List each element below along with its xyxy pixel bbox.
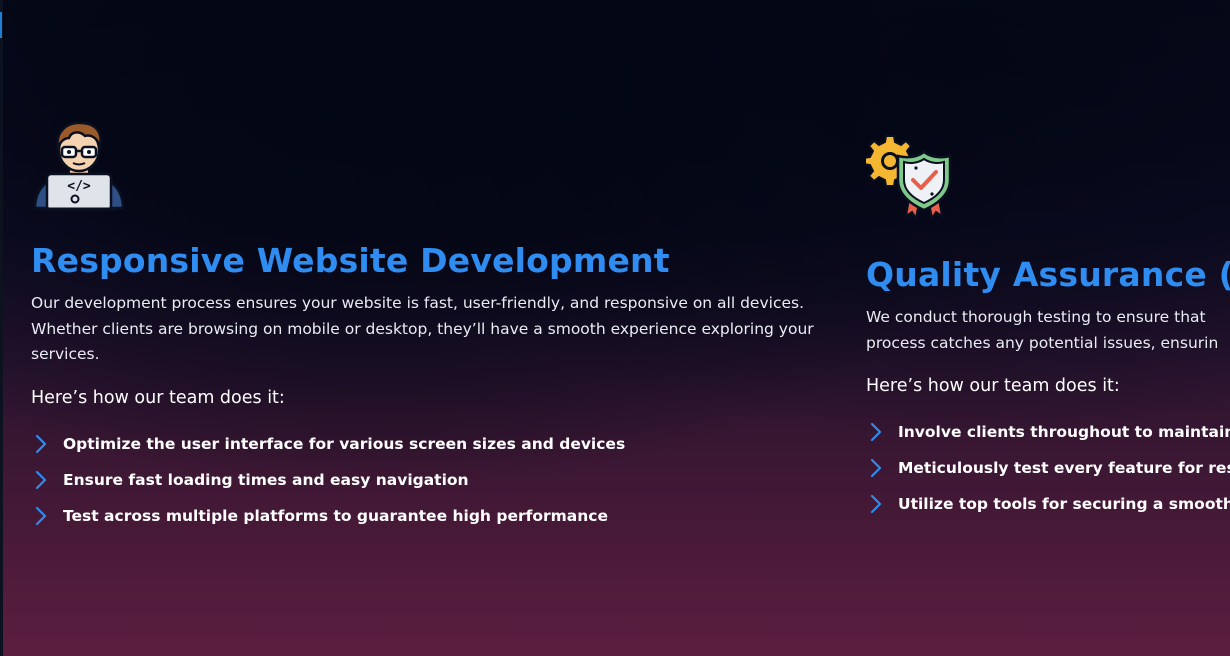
list-item: Meticulously test every feature for resp… (866, 450, 1230, 486)
service-title: Quality Assurance (Q (866, 255, 1230, 294)
list-item: Ensure fast loading times and easy navig… (31, 462, 821, 498)
chevron-right-icon (870, 422, 882, 442)
chevron-right-icon (870, 458, 882, 478)
service-card-responsive-development: </> Responsive Website Development Our d… (31, 118, 821, 534)
list-item-text: Involve clients throughout to maintain a (898, 423, 1230, 441)
window-edge (0, 0, 3, 656)
list-item-text: Meticulously test every feature for resp… (898, 459, 1230, 477)
list-item-text: Utilize top tools for securing a smooth … (898, 495, 1230, 513)
developer-icon: </> (31, 118, 127, 214)
chevron-right-icon (35, 470, 47, 489)
service-description: Our development process ensures your web… (31, 294, 814, 363)
list-item-text: Optimize the user interface for various … (63, 434, 626, 453)
description-line: We conduct thorough testing to ensure th… (866, 308, 1206, 326)
chevron-right-icon (35, 434, 47, 453)
svg-text:</>: </> (67, 179, 91, 194)
how-heading: Here’s how our team does it: (31, 387, 285, 408)
list-item: Utilize top tools for securing a smooth … (866, 486, 1230, 522)
how-heading: Here’s how our team does it: (866, 376, 1120, 396)
service-card-quality-assurance: Quality Assurance (Q We conduct thorough… (863, 132, 1230, 522)
description-line: process catches any potential issues, en… (866, 333, 1219, 352)
list-item: Involve clients throughout to maintain a (866, 414, 1230, 450)
feature-list: Involve clients throughout to maintain a… (866, 414, 1230, 522)
service-description: We conduct thorough testing to ensure th… (866, 305, 1230, 356)
list-item-text: Ensure fast loading times and easy navig… (63, 470, 469, 489)
quality-shield-gear-icon (863, 132, 958, 221)
service-title: Responsive Website Development (31, 241, 670, 280)
feature-list: Optimize the user interface for various … (31, 426, 821, 534)
list-item: Test across multiple platforms to guaran… (31, 498, 821, 534)
chevron-right-icon (35, 506, 47, 525)
chevron-right-icon (870, 494, 882, 514)
list-item: Optimize the user interface for various … (31, 426, 821, 462)
list-item-text: Test across multiple platforms to guaran… (63, 506, 608, 525)
services-section: </> Responsive Website Development Our d… (0, 0, 1230, 656)
